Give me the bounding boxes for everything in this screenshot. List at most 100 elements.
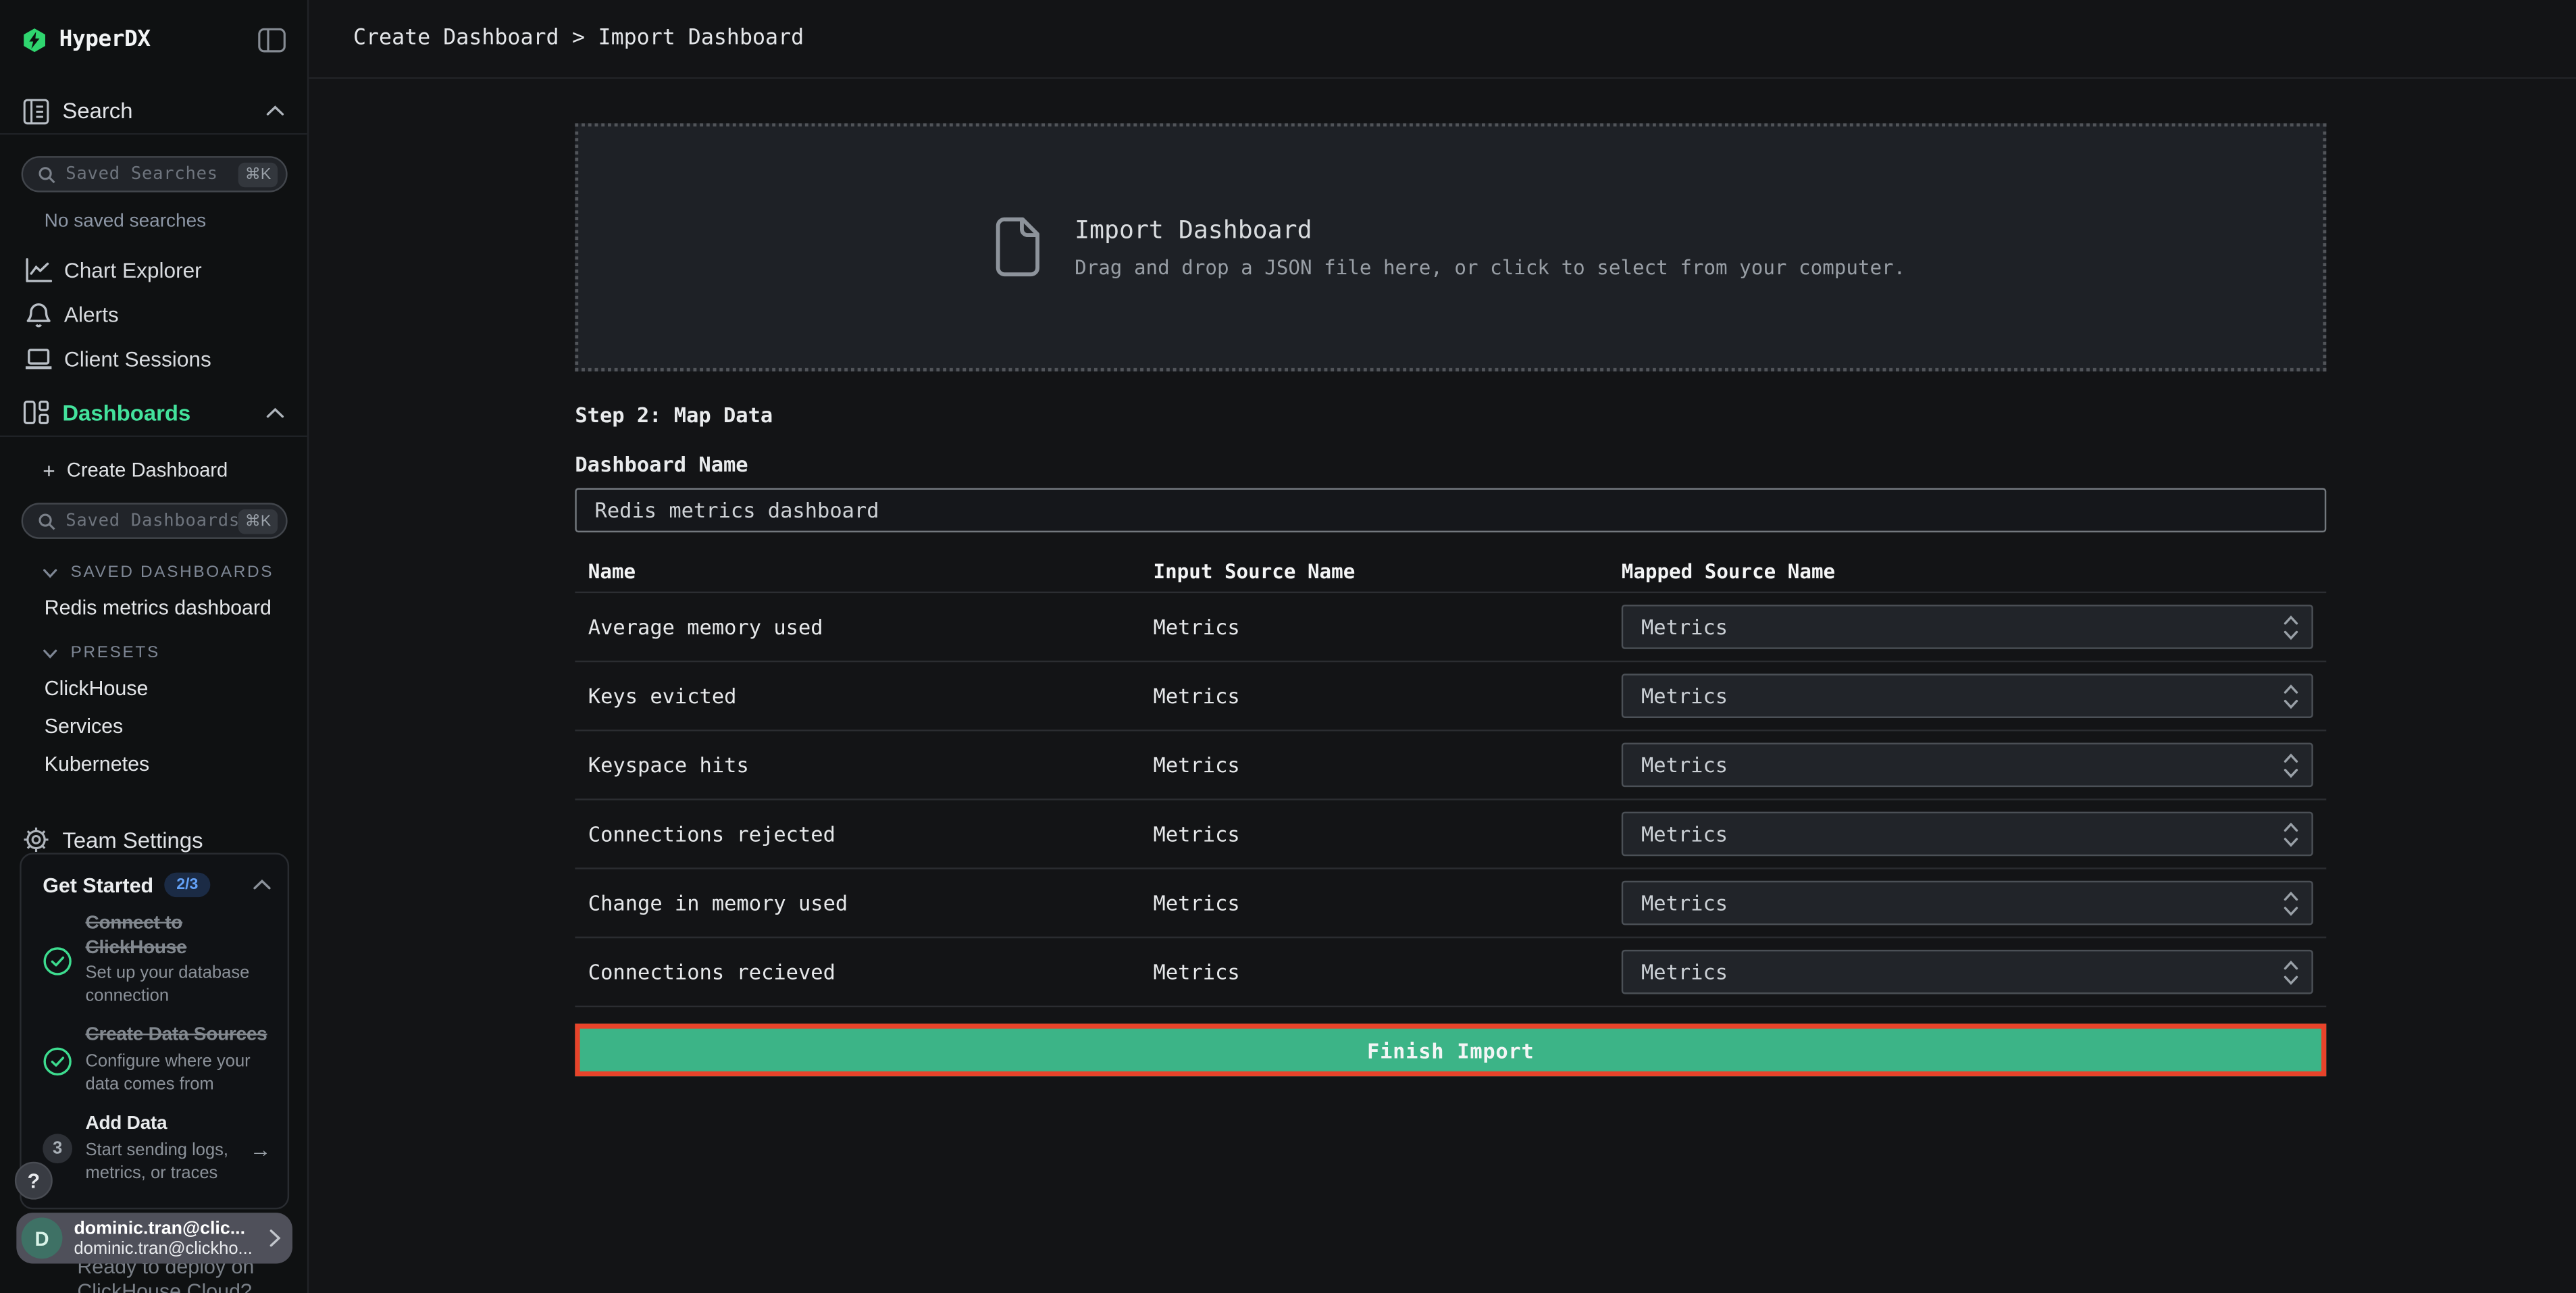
sidebar-item-label: Alerts <box>64 303 119 327</box>
row-input-source: Metrics <box>1154 615 1622 639</box>
file-icon <box>996 217 1040 278</box>
get-started-item-add-data[interactable]: 3 Add Data Start sending logs, metrics, … <box>22 1098 288 1186</box>
mapped-source-select[interactable]: Metrics <box>1622 742 2313 787</box>
mapped-source-select[interactable]: Metrics <box>1622 950 2313 994</box>
check-circle-icon <box>43 946 72 975</box>
dropzone-subtitle: Drag and drop a JSON file here, or click… <box>1075 256 1905 279</box>
get-started-item-subtitle: Start sending logs, metrics, or traces <box>85 1140 246 1186</box>
search-icon <box>38 165 56 183</box>
user-name: dominic.tran@clic... <box>74 1219 264 1238</box>
chart-icon <box>23 258 53 282</box>
shortcut-badge: ⌘K <box>238 162 278 186</box>
sidebar-item-services-preset[interactable]: Services <box>0 715 307 738</box>
get-started-card: Get Started 2/3 Connect to ClickHouse Se… <box>20 853 289 1209</box>
row-input-source: Metrics <box>1154 753 1622 777</box>
topbar: Create Dashboard > Import Dashboard <box>309 0 2576 79</box>
shortcut-badge: ⌘K <box>238 509 278 533</box>
import-dashboard-page: Import Dashboard Drag and drop a JSON fi… <box>309 79 2576 1076</box>
sidebar: HyperDX Search <box>0 0 309 1293</box>
table-row: Connections rejected Metrics Metrics <box>575 801 2326 869</box>
saved-dashboards-input[interactable]: Saved Dashboards ⌘K <box>22 503 288 539</box>
row-name: Keyspace hits <box>588 753 1154 777</box>
sidebar-item-label: Chart Explorer <box>64 258 202 282</box>
sidebar-item-kubernetes-preset[interactable]: Kubernetes <box>0 753 307 776</box>
breadcrumb-import-dashboard: Import Dashboard <box>598 26 804 51</box>
row-input-source: Metrics <box>1154 821 1622 846</box>
logo-row: HyperDX <box>0 0 307 79</box>
step-number-badge: 3 <box>43 1134 72 1164</box>
dashboards-grid-icon <box>23 399 49 426</box>
selected-value: Metrics <box>1641 753 2284 777</box>
search-section-header[interactable]: Search <box>0 88 307 134</box>
row-name: Connections rejected <box>588 821 1154 846</box>
check-circle-icon <box>43 1046 72 1076</box>
column-header-input-source: Input Source Name <box>1154 560 1622 583</box>
select-chevrons-icon <box>2284 890 2298 916</box>
get-started-title: Get Started <box>43 873 153 896</box>
get-started-item-title: Create Data Sources <box>85 1024 278 1048</box>
sidebar-collapse-icon[interactable] <box>258 27 286 51</box>
select-chevrons-icon <box>2284 752 2298 778</box>
group-label: SAVED DASHBOARDS <box>71 563 274 582</box>
sidebar-item-chart-explorer[interactable]: Chart Explorer <box>0 248 307 293</box>
finish-import-button[interactable]: Finish Import <box>575 1023 2326 1076</box>
presets-group-header[interactable]: PRESETS <box>0 644 307 662</box>
chevron-up-icon <box>266 105 284 117</box>
mapped-source-select[interactable]: Metrics <box>1622 812 2313 857</box>
dashboards-section-header[interactable]: Dashboards <box>0 389 307 437</box>
select-chevrons-icon <box>2284 959 2298 985</box>
user-menu[interactable]: D dominic.tran@clic... dominic.tran@clic… <box>16 1213 292 1263</box>
get-started-item-title: Connect to ClickHouse <box>85 912 278 961</box>
sidebar-item-alerts[interactable]: Alerts <box>0 293 307 337</box>
breadcrumb-create-dashboard[interactable]: Create Dashboard <box>353 26 559 51</box>
create-dashboard-button[interactable]: + Create Dashboard <box>0 452 307 488</box>
mapped-source-select[interactable]: Metrics <box>1622 605 2313 649</box>
dropzone-title: Import Dashboard <box>1075 216 1905 245</box>
chevron-up-icon[interactable] <box>253 879 272 890</box>
saved-dashboards-group-header[interactable]: SAVED DASHBOARDS <box>0 563 307 582</box>
chevron-down-icon <box>43 649 57 659</box>
breadcrumb-separator: > <box>572 26 585 51</box>
saved-dashboards-placeholder: Saved Dashboards <box>66 511 238 530</box>
no-saved-searches-label: No saved searches <box>0 212 307 232</box>
get-started-item-sources[interactable]: Create Data Sources Configure where your… <box>22 1009 288 1097</box>
dashboard-name-input[interactable] <box>575 488 2326 532</box>
arrow-right-icon: → <box>250 1137 272 1161</box>
sidebar-nav: Chart Explorer Alerts Cl <box>0 248 307 381</box>
search-section-label: Search <box>62 99 132 123</box>
table-row: Connections recieved Metrics Metrics <box>575 938 2326 1007</box>
chevron-up-icon <box>266 407 284 418</box>
sidebar-item-clickhouse-preset[interactable]: ClickHouse <box>0 677 307 700</box>
row-name: Average memory used <box>588 615 1154 639</box>
get-started-item-subtitle: Configure where your data comes from <box>85 1052 278 1098</box>
breadcrumb: Create Dashboard > Import Dashboard <box>353 26 804 51</box>
table-row: Keys evicted Metrics Metrics <box>575 662 2326 731</box>
bell-icon <box>23 301 53 328</box>
row-name: Connections recieved <box>588 960 1154 984</box>
cloud-teaser-line2: ClickHouse Cloud? <box>77 1280 254 1293</box>
main-area: Create Dashboard > Import Dashboard Impo… <box>309 0 2576 1293</box>
chevron-down-icon <box>43 567 57 578</box>
chevron-right-icon <box>269 1229 281 1247</box>
help-button[interactable]: ? <box>15 1162 53 1200</box>
get-started-header[interactable]: Get Started 2/3 <box>22 855 288 897</box>
user-email: dominic.tran@clickho... <box>74 1238 264 1258</box>
saved-searches-input[interactable]: Saved Searches ⌘K <box>22 156 288 193</box>
dashboards-section-label: Dashboards <box>62 400 190 424</box>
sidebar-item-redis-dashboard[interactable]: Redis metrics dashboard <box>0 597 307 619</box>
mapped-source-select[interactable]: Metrics <box>1622 674 2313 718</box>
row-name: Change in memory used <box>588 890 1154 915</box>
json-dropzone[interactable]: Import Dashboard Drag and drop a JSON fi… <box>575 123 2326 371</box>
selected-value: Metrics <box>1641 821 2284 846</box>
mapped-source-select[interactable]: Metrics <box>1622 881 2313 926</box>
row-input-source: Metrics <box>1154 890 1622 915</box>
get-started-item-connect[interactable]: Connect to ClickHouse Set up your databa… <box>22 897 288 1009</box>
sidebar-item-client-sessions[interactable]: Client Sessions <box>0 337 307 382</box>
column-header-name: Name <box>588 560 1154 583</box>
select-chevrons-icon <box>2284 821 2298 847</box>
column-header-mapped-source: Mapped Source Name <box>1622 560 2326 583</box>
avatar: D <box>22 1217 63 1259</box>
progress-badge: 2/3 <box>165 873 209 897</box>
select-chevrons-icon <box>2284 613 2298 640</box>
selected-value: Metrics <box>1641 684 2284 708</box>
